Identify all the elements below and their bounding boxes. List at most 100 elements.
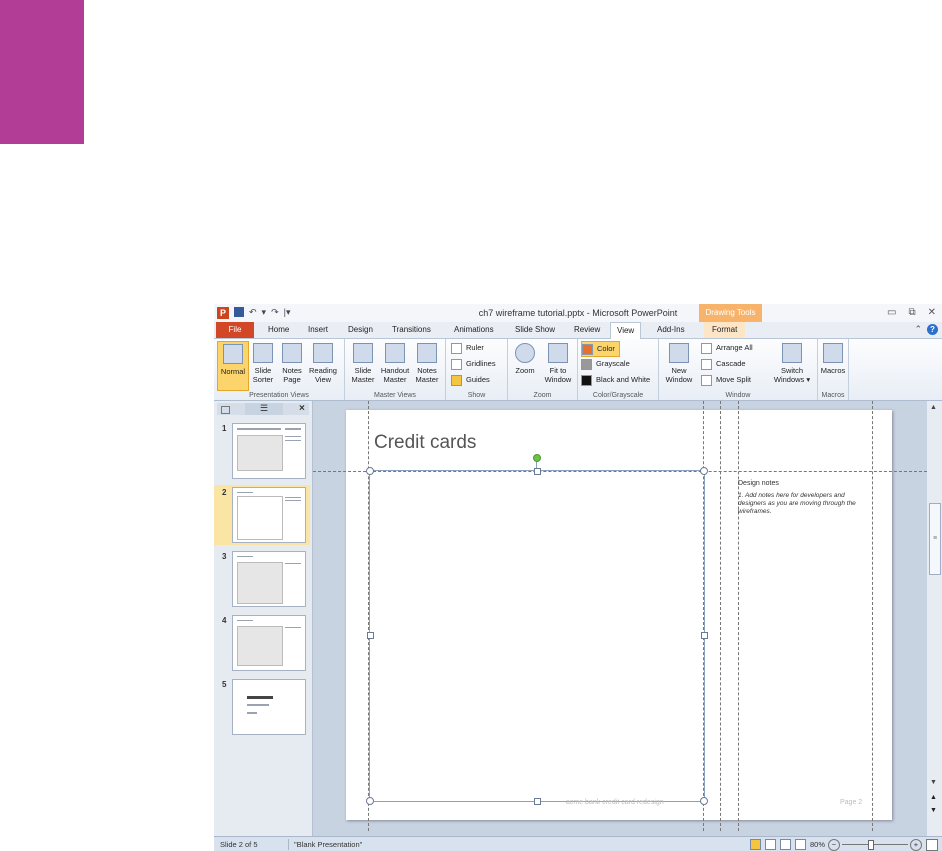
- tab-format[interactable]: Format: [704, 322, 746, 338]
- slide-footer[interactable]: acme bank credit card redesign: [566, 799, 664, 806]
- slide-thumbnail-image: [232, 551, 306, 607]
- slide-sorter-icon: [253, 343, 273, 363]
- zoom-in-icon[interactable]: +: [910, 839, 922, 851]
- help-icon[interactable]: ?: [927, 324, 938, 335]
- scroll-up-icon[interactable]: ▲: [930, 404, 937, 411]
- slide-thumbnail-2[interactable]: 2: [214, 485, 310, 545]
- resize-handle[interactable]: [366, 467, 374, 475]
- minimize-icon[interactable]: ▭: [887, 307, 896, 318]
- slide-sorter-icon[interactable]: [765, 839, 776, 850]
- tab-design[interactable]: Design: [348, 325, 373, 334]
- slide-show-icon[interactable]: [795, 839, 806, 850]
- slide-thumbnail-1[interactable]: 1: [214, 421, 310, 481]
- slide-editing-area: Credit cards Design notes 1. Add notes h…: [313, 401, 927, 836]
- move-split-button[interactable]: Move Split: [701, 373, 751, 387]
- resize-handle[interactable]: [534, 798, 541, 805]
- reading-view-icon[interactable]: [780, 839, 791, 850]
- group-label: Macros: [821, 392, 845, 399]
- design-notes-title[interactable]: Design notes: [738, 480, 779, 487]
- new-window-button[interactable]: New Window: [662, 341, 696, 389]
- slide-thumbnail-image: [232, 423, 306, 479]
- close-pane-icon[interactable]: ×: [299, 403, 305, 415]
- resize-handle[interactable]: [534, 468, 541, 475]
- tab-add-ins[interactable]: Add-Ins: [657, 325, 685, 334]
- zoom-slider-knob[interactable]: [868, 840, 874, 850]
- normal-view-icon: [223, 344, 243, 364]
- resize-handle[interactable]: [367, 632, 374, 639]
- fit-slide-icon[interactable]: [926, 839, 938, 851]
- black-and-white-button[interactable]: Black and White: [581, 373, 650, 387]
- slide-title[interactable]: Credit cards: [374, 432, 476, 454]
- slide-canvas[interactable]: Credit cards Design notes 1. Add notes h…: [313, 401, 927, 831]
- notes-page-button[interactable]: Notes Page: [277, 341, 307, 389]
- grayscale-button[interactable]: Grayscale: [581, 357, 630, 371]
- group-label: Zoom: [533, 392, 552, 399]
- tab-review[interactable]: Review: [574, 325, 600, 334]
- scroll-down-icon[interactable]: ▼: [930, 779, 937, 786]
- arrange-all-button[interactable]: Arrange All: [701, 341, 753, 355]
- guide-vertical[interactable]: [872, 401, 873, 831]
- resize-handle[interactable]: [700, 467, 708, 475]
- checkbox-checked-icon: [451, 374, 462, 386]
- group-zoom: Zoom Fit to Window Zoom: [508, 339, 578, 400]
- reading-view-icon: [313, 343, 333, 363]
- fit-to-window-button[interactable]: Fit to Window: [540, 341, 576, 389]
- resize-handle[interactable]: [700, 797, 708, 805]
- tab-animations[interactable]: Animations: [454, 325, 494, 334]
- powerpoint-window: P ↶ ▾ ↷ |▾ ch7 wireframe tutorial.pptx -…: [214, 304, 942, 851]
- slides-tab-icon[interactable]: ☰: [245, 403, 283, 415]
- ribbon-tabs: File Home Insert Design Transitions Anim…: [214, 322, 942, 339]
- resize-handle[interactable]: [701, 632, 708, 639]
- zoom-button[interactable]: Zoom: [510, 341, 540, 389]
- macros-button[interactable]: Macros: [818, 341, 848, 389]
- guide-vertical[interactable]: [720, 401, 721, 831]
- theme-name[interactable]: "Blank Presentation": [294, 837, 362, 851]
- ruler-checkbox[interactable]: Ruler: [451, 341, 484, 355]
- zoom-out-icon[interactable]: −: [828, 839, 840, 851]
- switch-windows-button[interactable]: Switch Windows ▾: [771, 341, 813, 389]
- window-controls: ▭ ⧉ ✕: [887, 307, 936, 318]
- cascade-button[interactable]: Cascade: [701, 357, 746, 371]
- normal-view-button[interactable]: Normal: [217, 341, 249, 391]
- slide-thumbnail-3[interactable]: 3: [214, 549, 310, 609]
- group-color-grayscale: Color Grayscale Black and White Color/Gr…: [578, 339, 659, 400]
- zoom-slider[interactable]: [842, 844, 908, 845]
- window-title: ch7 wireframe tutorial.pptx - Microsoft …: [478, 308, 678, 318]
- slides-pane: ☰ × 1 2 3 4 5: [214, 401, 313, 836]
- status-bar: Slide 2 of 5 "Blank Presentation" 80% − …: [214, 836, 942, 851]
- handout-master-button[interactable]: Handout Master: [380, 341, 410, 389]
- resize-handle[interactable]: [366, 797, 374, 805]
- normal-view-icon[interactable]: [750, 839, 761, 850]
- slide-thumbnail-5[interactable]: 5: [214, 677, 310, 737]
- reading-view-button[interactable]: Reading View: [308, 341, 338, 389]
- close-icon[interactable]: ✕: [928, 307, 936, 318]
- guide-vertical[interactable]: [738, 401, 739, 831]
- tab-file[interactable]: File: [216, 322, 254, 338]
- tab-insert[interactable]: Insert: [308, 325, 328, 334]
- slide-master-button[interactable]: Slide Master: [348, 341, 378, 389]
- slide-page-number[interactable]: Page 2: [840, 799, 862, 806]
- status-divider: [288, 839, 289, 850]
- gridlines-checkbox[interactable]: Gridlines: [451, 357, 496, 371]
- zoom-level[interactable]: 80%: [810, 837, 825, 851]
- notes-master-button[interactable]: Notes Master: [412, 341, 442, 389]
- design-notes-body[interactable]: 1. Add notes here for developers and des…: [738, 492, 872, 516]
- previous-slide-icon[interactable]: ▲: [930, 794, 937, 801]
- vertical-scrollbar[interactable]: ▲ ≡ ▼ ▲ ▼: [927, 401, 942, 836]
- scroll-thumb[interactable]: ≡: [929, 503, 941, 575]
- restore-icon[interactable]: ⧉: [908, 307, 915, 318]
- outline-tab-icon[interactable]: [221, 406, 230, 414]
- rotation-handle[interactable]: [533, 454, 541, 462]
- selected-content-placeholder[interactable]: [369, 470, 705, 802]
- tab-home[interactable]: Home: [268, 325, 289, 334]
- guides-checkbox[interactable]: Guides: [451, 373, 490, 387]
- slide-sorter-button[interactable]: Slide Sorter: [248, 341, 278, 389]
- tab-transitions[interactable]: Transitions: [392, 325, 431, 334]
- tab-slide-show[interactable]: Slide Show: [515, 325, 555, 334]
- slide-thumbnail-4[interactable]: 4: [214, 613, 310, 673]
- grayscale-swatch-icon: [581, 358, 592, 370]
- color-button[interactable]: Color: [581, 341, 620, 357]
- minimize-ribbon-icon[interactable]: ⌃: [914, 324, 922, 335]
- next-slide-icon[interactable]: ▼: [930, 807, 937, 814]
- tab-view[interactable]: View: [610, 322, 642, 339]
